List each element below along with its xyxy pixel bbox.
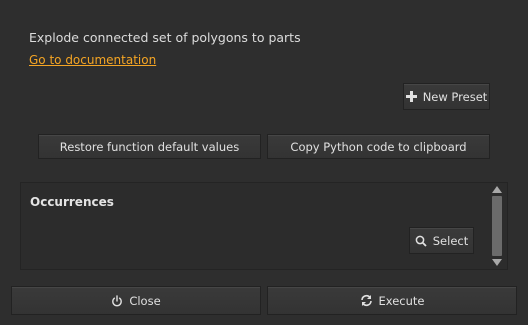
select-button[interactable]: Select — [409, 227, 474, 254]
scroll-thumb[interactable] — [492, 196, 502, 256]
execute-label: Execute — [378, 293, 425, 308]
scroll-down-arrow-icon[interactable] — [492, 259, 502, 266]
documentation-link[interactable]: Go to documentation — [29, 53, 156, 67]
function-description: Explode connected set of polygons to par… — [29, 30, 301, 45]
search-icon — [415, 235, 427, 247]
refresh-icon — [360, 294, 373, 307]
close-label: Close — [129, 293, 161, 308]
new-preset-label: New Preset — [422, 89, 488, 104]
close-button[interactable]: Close — [11, 286, 261, 315]
scroll-up-arrow-icon[interactable] — [492, 186, 502, 193]
power-icon — [111, 294, 123, 307]
restore-defaults-label: Restore function default values — [59, 139, 240, 154]
scrollbar[interactable] — [489, 183, 507, 269]
execute-button[interactable]: Execute — [267, 286, 517, 315]
restore-defaults-button[interactable]: Restore function default values — [38, 134, 261, 159]
occurrences-title: Occurrences — [30, 195, 114, 209]
plus-icon — [405, 91, 417, 102]
copy-python-label: Copy Python code to clipboard — [290, 139, 467, 154]
new-preset-button[interactable]: New Preset — [403, 83, 490, 110]
select-label: Select — [432, 233, 469, 248]
copy-python-button[interactable]: Copy Python code to clipboard — [267, 134, 490, 159]
occurrences-panel: Occurrences — [20, 182, 508, 270]
